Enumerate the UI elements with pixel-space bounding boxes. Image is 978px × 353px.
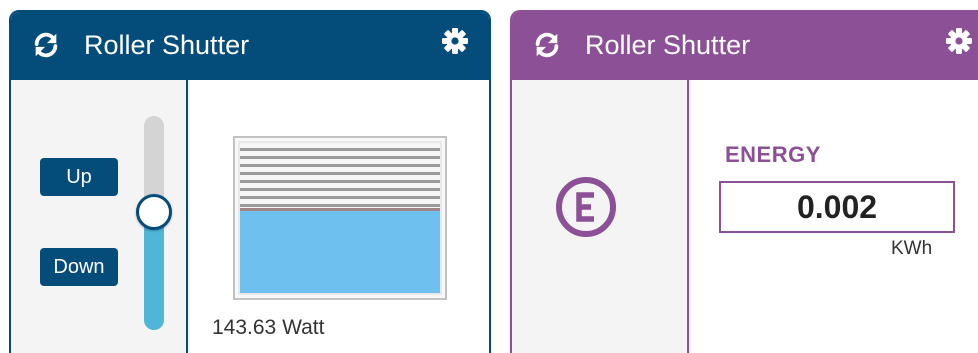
energy-label: ENERGY: [725, 142, 821, 167]
shutter-controls-panel: Up Down: [11, 80, 188, 353]
energy-icon-panel: [512, 80, 689, 353]
card-title: Roller Shutter: [84, 30, 250, 60]
roller-shutter-card: Roller Shutter Up Down 143.63 Watt: [9, 10, 491, 353]
up-button[interactable]: Up: [40, 158, 118, 196]
refresh-icon[interactable]: [532, 30, 562, 60]
window-glass: [240, 143, 440, 293]
energy-readout-panel: ENERGY 0.002 KWh: [691, 80, 978, 353]
refresh-icon[interactable]: [31, 30, 61, 60]
gear-icon[interactable]: [945, 27, 973, 55]
window-frame: [233, 136, 447, 300]
energy-card: Roller Shutter ENERGY 0.002 KWh: [510, 10, 978, 353]
power-readout: 143.63 Watt: [212, 316, 325, 339]
energy-unit: KWh: [891, 238, 933, 259]
card-title: Roller Shutter: [585, 30, 751, 60]
position-slider-thumb[interactable]: [136, 194, 172, 230]
energy-e-icon: [556, 177, 616, 237]
energy-value: 0.002: [719, 181, 955, 233]
shutter-slats: [240, 143, 440, 211]
card-header: Roller Shutter: [512, 12, 978, 80]
gear-icon[interactable]: [441, 27, 469, 55]
shutter-visual-panel: 143.63 Watt: [190, 80, 489, 353]
card-header: Roller Shutter: [11, 12, 489, 80]
down-button[interactable]: Down: [40, 248, 118, 286]
